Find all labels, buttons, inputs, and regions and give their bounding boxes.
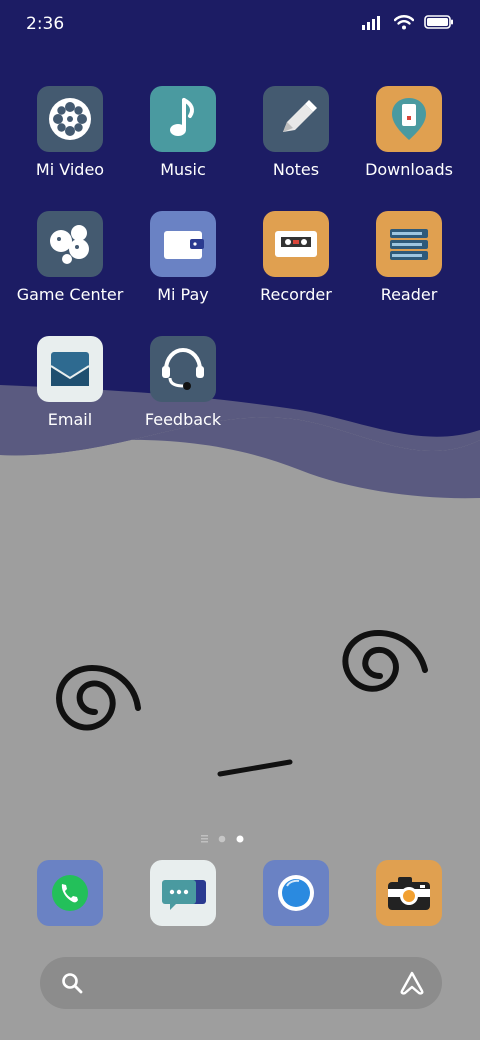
browser-icon [278, 875, 314, 911]
cassette-icon [263, 211, 329, 277]
app-reader[interactable]: Reader [353, 211, 465, 304]
app-label: Feedback [144, 410, 222, 429]
camera-icon [388, 877, 430, 910]
app-downloads[interactable]: Downloads [353, 86, 465, 179]
music-note-icon [150, 86, 216, 152]
search-bar[interactable] [40, 957, 442, 1009]
message-bubble-icon [162, 880, 206, 910]
app-label: Game Center [16, 285, 124, 304]
app-feedback[interactable]: Feedback [127, 336, 239, 429]
app-email[interactable]: Email [14, 336, 126, 429]
pencil-icon [263, 86, 329, 152]
film-reel-icon [37, 86, 103, 152]
page-dot-active[interactable] [236, 835, 244, 843]
app-label: Music [160, 160, 206, 179]
game-bubbles-icon [37, 211, 103, 277]
app-label: Notes [272, 160, 320, 179]
wifi-icon [394, 15, 414, 30]
dock-browser[interactable] [263, 860, 329, 926]
assistant-icon[interactable] [398, 969, 426, 997]
download-phone-icon [376, 86, 442, 152]
search-icon [62, 973, 83, 994]
app-music[interactable]: Music [127, 86, 239, 179]
app-mi-video[interactable]: Mi Video [14, 86, 126, 179]
status-time: 2:36 [26, 14, 65, 34]
dock-camera[interactable] [376, 860, 442, 926]
dock-phone[interactable] [37, 860, 103, 926]
books-icon [376, 211, 442, 277]
status-bar: 2:36 [0, 0, 480, 50]
app-label: Reader [380, 285, 438, 304]
phone-icon [52, 875, 88, 911]
app-label: Mi Video [35, 160, 105, 179]
app-label: Downloads [365, 160, 453, 179]
app-label: Email [47, 410, 93, 429]
app-mi-pay[interactable]: Mi Pay [127, 211, 239, 304]
app-label: Mi Pay [157, 285, 209, 304]
app-notes[interactable]: Notes [240, 86, 352, 179]
app-game-center[interactable]: Game Center [14, 211, 126, 304]
headset-icon [150, 336, 216, 402]
wallet-icon [150, 211, 216, 277]
signal-icon [362, 16, 380, 30]
home-lines-indicator-icon [201, 835, 208, 843]
page-dot[interactable] [218, 835, 226, 843]
battery-icon [424, 15, 453, 29]
envelope-icon [37, 336, 103, 402]
dock-messages[interactable] [150, 860, 216, 926]
app-recorder[interactable]: Recorder [240, 211, 352, 304]
app-label: Recorder [260, 285, 332, 304]
page-indicator [0, 830, 480, 843]
